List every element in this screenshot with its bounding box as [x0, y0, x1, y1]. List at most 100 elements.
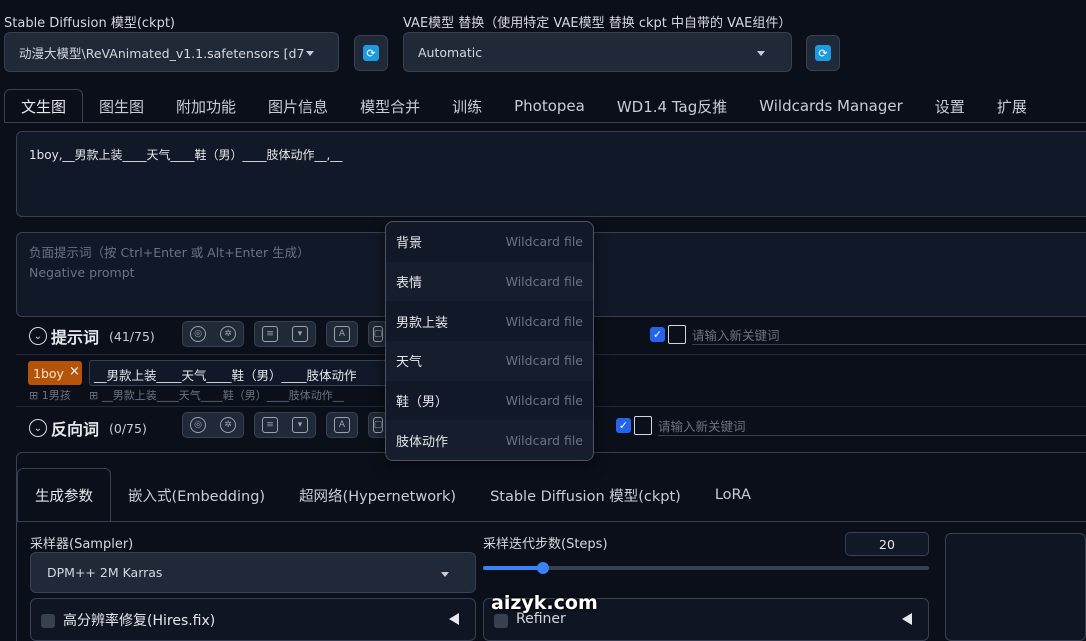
- refiner-checkbox[interactable]: [494, 614, 508, 628]
- wildcard-option-pose[interactable]: 肢体动作 Wildcard file: [386, 420, 593, 460]
- prompt-keyword-checkbox[interactable]: ✓: [650, 327, 665, 342]
- chevron-down-icon: [757, 51, 765, 56]
- wildcard-option-weather[interactable]: 天气 Wildcard file: [386, 341, 593, 381]
- prompt-tool-group-2: ≡ ▾: [254, 321, 316, 347]
- prompt-section-toggle[interactable]: ⌄ 提示词 (41/75): [29, 324, 155, 348]
- prompt-tool-group-3: A: [326, 321, 358, 347]
- steps-slider-fill: [483, 566, 544, 570]
- wildcard-option-hint: Wildcard file: [505, 234, 583, 250]
- refresh-icon: ⟳: [815, 45, 831, 61]
- history-icon[interactable]: ≡: [262, 326, 278, 342]
- bookmark-icon[interactable]: ▾: [292, 326, 308, 342]
- wildcard-option-label: 天气: [396, 355, 423, 371]
- tab-png-info[interactable]: 图片信息: [252, 89, 344, 123]
- translate-icon[interactable]: A: [334, 417, 350, 433]
- tag-chip-wildcards-label: __男款上装____天气____鞋（男）____肢体动作: [94, 368, 357, 383]
- negative-keyword-input[interactable]: 请输入新关键词: [658, 416, 1086, 436]
- history-icon[interactable]: ≡: [262, 417, 278, 433]
- negative-keyword-placeholder: 请输入新关键词: [658, 419, 746, 434]
- wildcard-option-hint: Wildcard file: [505, 313, 583, 329]
- tab-extensions[interactable]: 扩展: [981, 89, 1043, 123]
- steps-number-input[interactable]: 20: [845, 532, 929, 556]
- output-gallery: [945, 533, 1086, 641]
- watermark-text: aizyk.com: [491, 592, 598, 614]
- chevron-down-icon: ⌄: [29, 327, 47, 345]
- negative-tool-group-2: ≡ ▾: [254, 412, 316, 438]
- tab-img2img[interactable]: 图生图: [83, 89, 160, 123]
- prompt-token-count: (41/75): [109, 328, 155, 344]
- vae-dropdown[interactable]: Automatic: [403, 32, 792, 72]
- model-label: Stable Diffusion 模型(ckpt): [4, 16, 176, 31]
- globe-icon[interactable]: ◎: [190, 417, 206, 433]
- tab-model-merge[interactable]: 模型合并: [344, 89, 436, 123]
- wildcard-option-label: 男款上装: [396, 315, 449, 331]
- negative-section-toggle[interactable]: ⌄ 反向词 (0/75): [29, 416, 147, 440]
- wildcard-option-hint: Wildcard file: [505, 432, 583, 448]
- tab-txt2img[interactable]: 文生图: [4, 89, 84, 123]
- gear-icon[interactable]: ✲: [220, 417, 236, 433]
- steps-label: 采样迭代步数(Steps): [483, 537, 608, 552]
- translate-icon[interactable]: A: [334, 326, 350, 342]
- steps-slider-track[interactable]: [483, 566, 929, 570]
- model-dropdown[interactable]: 动漫大模型\ReVAnimated_v1.1.safetensors [d7: [4, 32, 339, 72]
- wildcard-option-hint: Wildcard file: [505, 274, 583, 290]
- sampler-dropdown[interactable]: DPM++ 2M Karras: [30, 552, 476, 593]
- tab-extras[interactable]: 附加功能: [160, 89, 252, 123]
- hires-fix-checkbox[interactable]: [41, 614, 55, 628]
- wildcard-option-background[interactable]: 背景 Wildcard file: [386, 222, 593, 262]
- negative-keyword-checkbox[interactable]: ✓: [616, 418, 631, 433]
- negative-token-count: (0/75): [109, 420, 147, 436]
- refresh-icon: ⟳: [363, 45, 379, 61]
- copy-icon[interactable]: ▢: [373, 326, 383, 342]
- tab-wildcards-manager[interactable]: Wildcards Manager: [743, 89, 919, 123]
- subtab-generation[interactable]: 生成参数: [17, 468, 111, 522]
- wildcard-option-label: 鞋（男）: [396, 395, 449, 411]
- tag-remove-button[interactable]: ×: [69, 364, 80, 379]
- gear-icon[interactable]: ✲: [220, 326, 236, 342]
- chevron-down-icon: ⌄: [29, 419, 47, 437]
- prompt-tool-group-1: ◎ ✲: [182, 321, 244, 347]
- wildcard-option-label: 肢体动作: [396, 434, 449, 450]
- tag-translation: ⊞ 1男孩: [29, 389, 71, 402]
- params-subtabs: 生成参数 嵌入式(Embedding) 超网络(Hypernetwork) St…: [17, 468, 768, 522]
- refresh-vae-button[interactable]: ⟳: [806, 35, 840, 71]
- tab-settings[interactable]: 设置: [919, 89, 981, 123]
- hires-fix-accordion[interactable]: 高分辨率修复(Hires.fix): [30, 598, 476, 641]
- wildcard-option-expression[interactable]: 表情 Wildcard file: [386, 261, 593, 302]
- hires-fix-label: 高分辨率修复(Hires.fix): [63, 613, 216, 629]
- bookmark-icon[interactable]: ▾: [292, 417, 308, 433]
- wildcard-option-hint: Wildcard file: [505, 393, 583, 409]
- subtab-lora[interactable]: LoRA: [698, 468, 768, 522]
- prompt-keyword-input[interactable]: 请输入新关键词: [692, 325, 1086, 345]
- negative-section-title: 反向词: [51, 420, 100, 439]
- subtab-hypernetwork[interactable]: 超网络(Hypernetwork): [282, 468, 473, 522]
- prompt-textarea[interactable]: 1boy,__男款上装____天气____鞋（男）____肢体动作__,__: [16, 131, 1086, 217]
- wildcard-option-hint: Wildcard file: [505, 353, 583, 369]
- subtab-embedding[interactable]: 嵌入式(Embedding): [111, 468, 282, 522]
- wildcard-option-mens-shoes[interactable]: 鞋（男） Wildcard file: [386, 381, 593, 421]
- globe-icon[interactable]: ◎: [190, 326, 206, 342]
- negative-tool-group-1: ◎ ✲: [182, 412, 244, 438]
- prompt-section-title: 提示词: [51, 328, 100, 347]
- model-value: 动漫大模型\ReVAnimated_v1.1.safetensors [d7: [19, 45, 304, 61]
- wildcard-autocomplete-menu: 背景 Wildcard file 表情 Wildcard file 男款上装 W…: [385, 221, 594, 461]
- text-cursor-icon: [634, 416, 652, 435]
- chevron-down-icon: [441, 572, 449, 577]
- collapse-arrow-icon: [902, 613, 912, 625]
- prompt-keyword-placeholder: 请输入新关键词: [692, 328, 780, 343]
- vae-label: VAE模型 替换（使用特定 VAE模型 替换 ckpt 中自带的 VAE组件）: [403, 16, 792, 31]
- subtab-checkpoint[interactable]: Stable Diffusion 模型(ckpt): [473, 468, 698, 522]
- tag-wildcards-translation: ⊞ __男款上装____天气____鞋（男）____肢体动作__: [89, 389, 344, 402]
- tab-train[interactable]: 训练: [436, 89, 498, 123]
- wildcard-option-mens-top[interactable]: 男款上装 Wildcard file: [386, 301, 593, 341]
- tab-photopea[interactable]: Photopea: [498, 89, 601, 123]
- collapse-arrow-icon: [449, 613, 459, 625]
- copy-icon[interactable]: ▢: [373, 417, 383, 433]
- tag-chip-wildcards[interactable]: __男款上装____天气____鞋（男）____肢体动作: [89, 360, 389, 386]
- refresh-model-button[interactable]: ⟳: [354, 35, 388, 71]
- tag-translation-text: 1男孩: [41, 389, 71, 402]
- tab-wd14-tagger[interactable]: WD1.4 Tag反推: [601, 89, 743, 123]
- text-cursor-icon: [668, 325, 686, 344]
- chevron-down-icon: [306, 51, 314, 56]
- sampler-label: 采样器(Sampler): [30, 537, 134, 552]
